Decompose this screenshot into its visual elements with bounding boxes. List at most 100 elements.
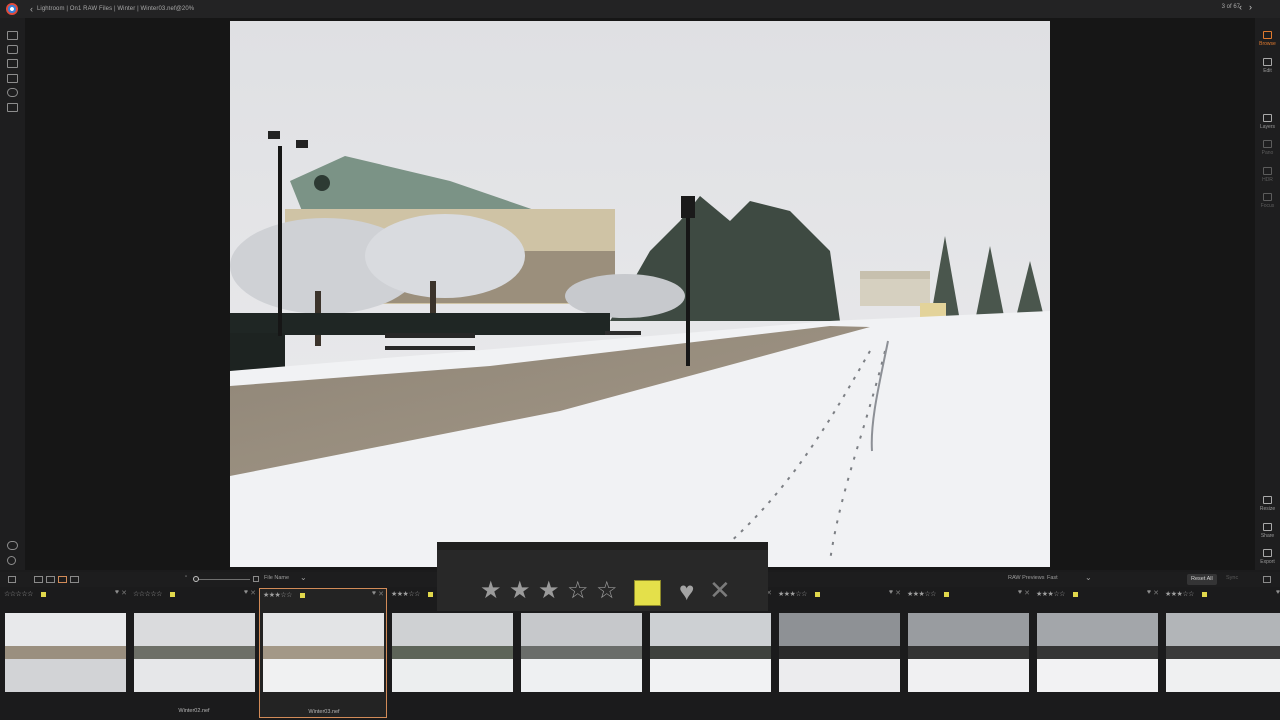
user-icon[interactable] (7, 541, 18, 550)
sync-button[interactable]: Sync (1226, 575, 1238, 581)
filmstrip-cell[interactable]: ★★★☆☆♥✕ (1162, 588, 1280, 718)
left-sidebar (0, 18, 25, 570)
filmstrip-cell[interactable]: ★★★☆☆ ♥ ✕ Winter03.nef (259, 588, 387, 718)
detail-view-icon[interactable] (46, 576, 55, 583)
thumbnail-image[interactable] (521, 613, 642, 692)
like-heart-icon[interactable]: ♥ (1147, 589, 1151, 596)
star-rating[interactable]: ☆☆☆☆☆ (133, 590, 162, 598)
reject-x-icon[interactable]: ✕ (378, 590, 384, 598)
raw-previews-chevron-down-icon[interactable]: ⌄ (1085, 573, 1092, 582)
browse-icon (1263, 31, 1272, 39)
prev-image-icon[interactable]: ‹ (1239, 2, 1242, 12)
like-heart-icon[interactable]: ♥ (372, 590, 376, 597)
color-label-badge (944, 592, 949, 597)
like-heart-icon[interactable]: ♥ (889, 589, 893, 596)
thumbnail-image[interactable] (1166, 613, 1280, 692)
star-rating[interactable]: ★★★☆☆ (1165, 590, 1194, 598)
color-label-badge (815, 592, 820, 597)
grid-view-icon[interactable] (34, 576, 43, 583)
star-rating[interactable]: ★★★☆☆ (778, 590, 807, 598)
module-resize[interactable]: Resize (1255, 496, 1280, 512)
thumbnail-image[interactable] (779, 613, 900, 692)
star-rating[interactable]: ★★★☆☆ (263, 591, 292, 599)
like-heart-icon[interactable]: ♥ (244, 589, 248, 596)
raw-previews-select[interactable]: Fast (1047, 575, 1058, 581)
sort-chevron-down-icon[interactable]: ⌄ (300, 573, 307, 582)
module-pano[interactable]: Pano (1255, 140, 1280, 156)
raw-previews-label: RAW Previews (1008, 575, 1045, 581)
albums-icon[interactable] (7, 74, 18, 83)
right-module-panel: Browse Edit Layers Pano HDR Focus Resize… (1255, 18, 1280, 570)
reset-all-button[interactable]: Reset All (1187, 574, 1217, 585)
filmstrip-cell[interactable]: ☆☆☆☆☆ ♥ ✕ Winter02.nef (130, 588, 258, 718)
back-chevron-icon[interactable]: ‹ (30, 4, 33, 14)
breadcrumb: Lightroom | On1 RAW Files | Winter | Win… (37, 6, 195, 12)
like-heart-icon[interactable]: ♥ (679, 578, 694, 604)
like-heart-icon[interactable]: ♥ (1018, 589, 1022, 596)
on1-logo (6, 3, 18, 15)
filmstrip-cell[interactable]: ★★★☆☆ ♥✕ (904, 588, 1032, 718)
star-rating[interactable]: ★★★☆☆ (391, 590, 420, 598)
reject-x-icon[interactable]: ✕ (895, 589, 901, 597)
main-photo[interactable] (230, 21, 1050, 567)
rating-star-3[interactable]: ★ (538, 579, 560, 603)
pano-icon (1263, 140, 1272, 148)
thumbnail-image[interactable] (650, 613, 771, 692)
panel-toggle-icon[interactable] (8, 576, 16, 583)
thumbnail-image[interactable] (263, 613, 384, 692)
reject-x-icon[interactable]: ✕ (1153, 589, 1159, 597)
resize-icon (1263, 496, 1272, 504)
color-label-badge (428, 592, 433, 597)
reject-x-icon[interactable]: ✕ (709, 577, 731, 603)
thumbnail-image[interactable] (134, 613, 255, 692)
sort-icon[interactable] (253, 576, 259, 582)
panel-right-toggle-icon[interactable] (1263, 576, 1271, 583)
module-browse[interactable]: Browse (1255, 31, 1280, 47)
module-focus[interactable]: Focus (1255, 193, 1280, 209)
thumbnail-image[interactable] (1037, 613, 1158, 692)
focus-icon (1263, 193, 1272, 201)
like-heart-icon[interactable]: ♥ (115, 589, 119, 596)
module-edit[interactable]: Edit (1255, 58, 1280, 74)
local-drives-icon[interactable] (7, 31, 18, 40)
reject-x-icon[interactable]: ✕ (1024, 589, 1030, 597)
sliders-icon (1263, 58, 1272, 66)
filmstrip-cell[interactable]: ☆☆☆☆☆ ♥✕ (1, 588, 129, 718)
thumbnail-image[interactable] (908, 613, 1029, 692)
layers-icon (1263, 114, 1272, 122)
color-label-badge (300, 593, 305, 598)
recent-icon[interactable] (7, 103, 18, 112)
hdr-icon (1263, 167, 1272, 175)
star-rating[interactable]: ★★★☆☆ (1036, 590, 1065, 598)
rating-star-5[interactable]: ☆ (596, 579, 618, 603)
image-counter: 3 of 67 (1221, 4, 1240, 10)
like-heart-icon[interactable]: ♥ (1276, 589, 1280, 596)
folder-icon[interactable] (7, 59, 18, 68)
star-rating[interactable]: ☆☆☆☆☆ (4, 590, 33, 598)
color-label-yellow-swatch[interactable] (634, 580, 661, 606)
filmstrip-cell[interactable]: ★★★☆☆ ♥✕ (775, 588, 903, 718)
rating-star-4[interactable]: ☆ (567, 579, 589, 603)
reject-x-icon[interactable]: ✕ (121, 589, 127, 597)
thumbnail-image[interactable] (5, 613, 126, 692)
filmstrip-cell[interactable]: ★★★☆☆ ♥✕ (1033, 588, 1161, 718)
camera-icon[interactable] (7, 45, 18, 54)
module-export[interactable]: Export (1255, 549, 1280, 565)
compare-view-icon[interactable] (70, 576, 79, 583)
thumbnail-size-slider[interactable] (195, 579, 250, 580)
module-hdr[interactable]: HDR (1255, 167, 1280, 183)
module-share[interactable]: Share (1255, 523, 1280, 539)
rating-popup: ♥ ✕ ★ ★ ★ ☆ ☆ (437, 542, 768, 611)
rating-star-1[interactable]: ★ (480, 579, 502, 603)
thumbnail-size-knob[interactable] (193, 576, 199, 582)
cloud-icon[interactable] (7, 88, 18, 97)
thumbnail-image[interactable] (392, 613, 513, 692)
reject-x-icon[interactable]: ✕ (250, 589, 256, 597)
sort-select[interactable]: File Name (264, 575, 289, 581)
filmstrip-view-icon[interactable] (58, 576, 67, 583)
module-layers[interactable]: Layers (1255, 114, 1280, 130)
star-rating[interactable]: ★★★☆☆ (907, 590, 936, 598)
help-icon[interactable] (7, 556, 16, 565)
rating-star-2[interactable]: ★ (509, 579, 531, 603)
next-image-icon[interactable]: › (1249, 2, 1252, 12)
